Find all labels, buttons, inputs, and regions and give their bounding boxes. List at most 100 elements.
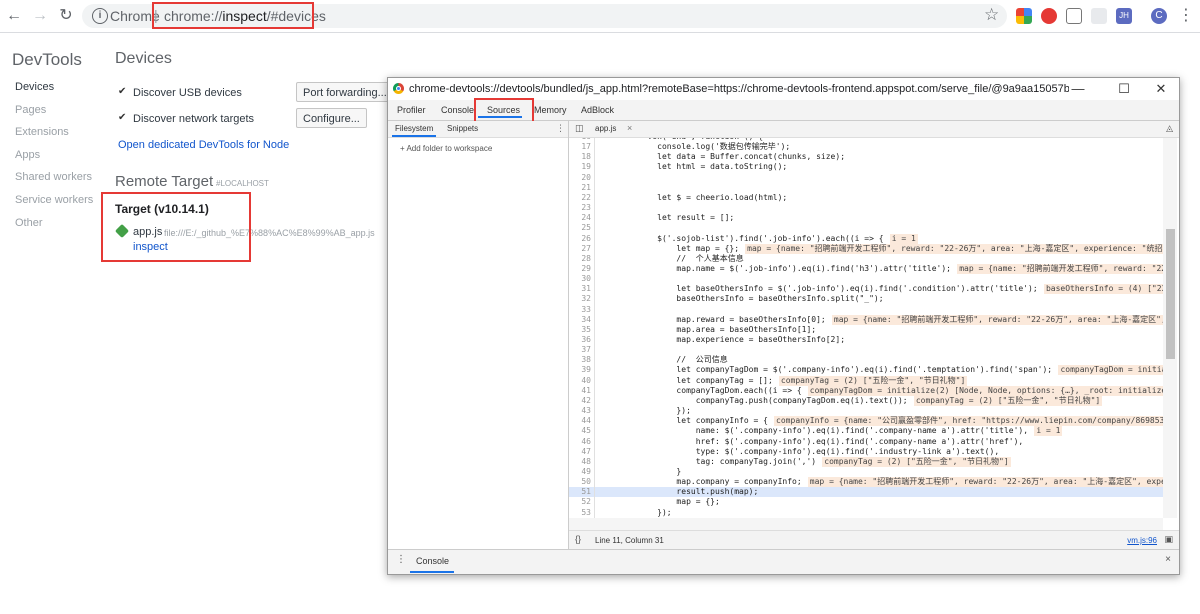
code-line[interactable]: 37 — [569, 345, 1163, 355]
code-line[interactable]: 51 result.push(map); — [569, 487, 1163, 498]
jh-extension-icon[interactable]: JH — [1116, 8, 1132, 24]
line-number[interactable]: 39 — [569, 365, 591, 375]
code-line[interactable]: 21 — [569, 183, 1163, 193]
line-number[interactable]: 22 — [569, 193, 591, 203]
line-number[interactable]: 33 — [569, 305, 591, 315]
code-line[interactable]: 42 companyTag.push(companyTagDom.eq(i).t… — [569, 395, 1163, 406]
configure-button[interactable]: Configure... — [296, 108, 367, 128]
code-line[interactable]: 24 let result = []; — [569, 213, 1163, 223]
line-number[interactable]: 36 — [569, 335, 591, 345]
code-line[interactable]: 26 $('.sojob-list').find('.job-info').ea… — [569, 233, 1163, 244]
line-number[interactable]: 18 — [569, 152, 591, 162]
code-line[interactable]: 48 tag: companyTag.join(',') companyTag =… — [569, 456, 1163, 467]
line-number[interactable]: 38 — [569, 355, 591, 365]
line-number[interactable]: 31 — [569, 284, 591, 294]
code-line[interactable]: 28 // 个人基本信息 — [569, 254, 1163, 264]
code-line[interactable]: 41 companyTagDom.each((i => {companyTagD… — [569, 385, 1163, 396]
code-line[interactable]: 17 console.log('数据包传输完毕'); — [569, 142, 1163, 152]
line-number[interactable]: 21 — [569, 183, 591, 193]
tab-profiler[interactable]: Profiler — [397, 105, 426, 115]
code-line[interactable]: 39 let companyTagDom = $('.company-info'… — [569, 365, 1163, 376]
line-number[interactable]: 19 — [569, 162, 591, 172]
line-number[interactable]: 46 — [569, 437, 591, 447]
sidebar-item-pages[interactable]: Pages — [15, 104, 46, 116]
bookmark-star-icon[interactable]: ☆ — [984, 5, 999, 25]
line-number[interactable]: 35 — [569, 325, 591, 335]
forward-arrow-icon[interactable]: → — [30, 6, 50, 26]
usb-checkbox[interactable]: ✔ — [118, 87, 128, 97]
navigator-menu-icon[interactable]: ⋮ — [556, 123, 565, 134]
line-number[interactable]: 48 — [569, 457, 591, 467]
line-number[interactable]: 51 — [569, 487, 591, 497]
code-line[interactable]: 27 let map = {}; map = {name: "招聘前端开发工程师"… — [569, 243, 1163, 254]
horizontal-scrollbar[interactable] — [569, 518, 1163, 530]
maximize-icon[interactable]: ☐ — [1114, 81, 1134, 97]
code-line[interactable]: 20 — [569, 173, 1163, 183]
pretty-print-icon[interactable]: {} — [575, 534, 581, 544]
sidebar-item-apps[interactable]: Apps — [15, 149, 40, 161]
line-number[interactable]: 49 — [569, 467, 591, 477]
line-number[interactable]: 20 — [569, 173, 591, 183]
line-number[interactable]: 42 — [569, 396, 591, 406]
code-line[interactable]: 33 — [569, 305, 1163, 315]
minimize-icon[interactable]: — — [1068, 81, 1088, 96]
line-number[interactable]: 29 — [569, 264, 591, 274]
line-number[interactable]: 45 — [569, 426, 591, 436]
code-line[interactable]: 35 map.area = baseOthersInfo[1]; — [569, 325, 1163, 335]
code-line[interactable]: 38 // 公司信息 — [569, 355, 1163, 365]
sidebar-item-other[interactable]: Other — [15, 217, 43, 229]
code-line[interactable]: 31 let baseOthersInfo = $('.job-info').e… — [569, 284, 1163, 295]
line-number[interactable]: 24 — [569, 213, 591, 223]
code-line[interactable]: 52 map = {}; — [569, 497, 1163, 507]
code-line[interactable]: 30 — [569, 274, 1163, 284]
line-number[interactable]: 27 — [569, 244, 591, 254]
line-number[interactable]: 37 — [569, 345, 591, 355]
opera-extension-icon[interactable] — [1041, 8, 1057, 24]
code-area[interactable]: 16 .on('end', function () {17 console.lo… — [569, 138, 1163, 518]
drawer-menu-icon[interactable]: ⋮ — [396, 554, 406, 565]
sidebar-item-shared-workers[interactable]: Shared workers — [15, 171, 92, 183]
code-line[interactable]: 22 let $ = cheerio.load(html); — [569, 193, 1163, 203]
add-folder-button[interactable]: + Add folder to workspace — [400, 144, 492, 153]
line-number[interactable]: 34 — [569, 315, 591, 325]
tab-memory[interactable]: Memory — [534, 105, 567, 115]
back-arrow-icon[interactable]: ← — [4, 6, 24, 26]
code-line[interactable]: 53 }); — [569, 508, 1163, 518]
code-line[interactable]: 40 let companyTag = []; companyTag = (2) … — [569, 375, 1163, 386]
line-number[interactable]: 28 — [569, 254, 591, 264]
scrollbar-thumb[interactable] — [1166, 229, 1175, 359]
code-line[interactable]: 29 map.name = $('.job-info').eq(i).find(… — [569, 263, 1163, 274]
code-line[interactable]: 25 — [569, 223, 1163, 233]
tab-snippets[interactable]: Snippets — [447, 124, 478, 133]
menu-dots-icon[interactable]: ⋮ — [1176, 6, 1196, 26]
code-line[interactable]: 43 }); — [569, 406, 1163, 416]
line-number[interactable]: 41 — [569, 386, 591, 396]
open-file-tab[interactable]: app.js — [595, 124, 616, 133]
code-line[interactable]: 45 name: $('.company-info').eq(i).find('… — [569, 426, 1163, 437]
sidebar-item-devices[interactable]: Devices — [15, 81, 54, 93]
line-number[interactable]: 23 — [569, 203, 591, 213]
extension-outline-icon[interactable] — [1066, 8, 1082, 24]
line-number[interactable]: 17 — [569, 142, 591, 152]
code-line[interactable]: 47 type: $('.company-info').eq(i).find('… — [569, 447, 1163, 457]
line-number[interactable]: 30 — [569, 274, 591, 284]
close-file-icon[interactable]: × — [627, 123, 632, 133]
extension-gray-icon[interactable] — [1091, 8, 1107, 24]
close-drawer-icon[interactable]: × — [1165, 554, 1171, 565]
line-number[interactable]: 26 — [569, 234, 591, 244]
drawer-tab-console[interactable]: Console — [416, 556, 449, 566]
sidebar-item-service-workers[interactable]: Service workers — [15, 194, 93, 206]
toggle-debugger-icon[interactable]: ◬ — [1166, 123, 1173, 134]
info-icon[interactable]: i — [92, 8, 108, 24]
source-file-link[interactable]: vm.js:96 — [1127, 536, 1157, 545]
code-line[interactable]: 44 let companyInfo = {companyInfo = {nam… — [569, 416, 1163, 427]
node-devtools-link[interactable]: Open dedicated DevTools for Node — [118, 139, 289, 151]
line-number[interactable]: 47 — [569, 447, 591, 457]
line-number[interactable]: 43 — [569, 406, 591, 416]
line-number[interactable]: 32 — [569, 294, 591, 304]
coverage-icon[interactable]: ▣ — [1164, 534, 1173, 545]
code-line[interactable]: 19 let html = data.toString(); — [569, 162, 1163, 172]
port-forwarding-button[interactable]: Port forwarding... — [296, 82, 394, 102]
network-checkbox[interactable]: ✔ — [118, 113, 128, 123]
extension-colorful-icon[interactable] — [1016, 8, 1032, 24]
